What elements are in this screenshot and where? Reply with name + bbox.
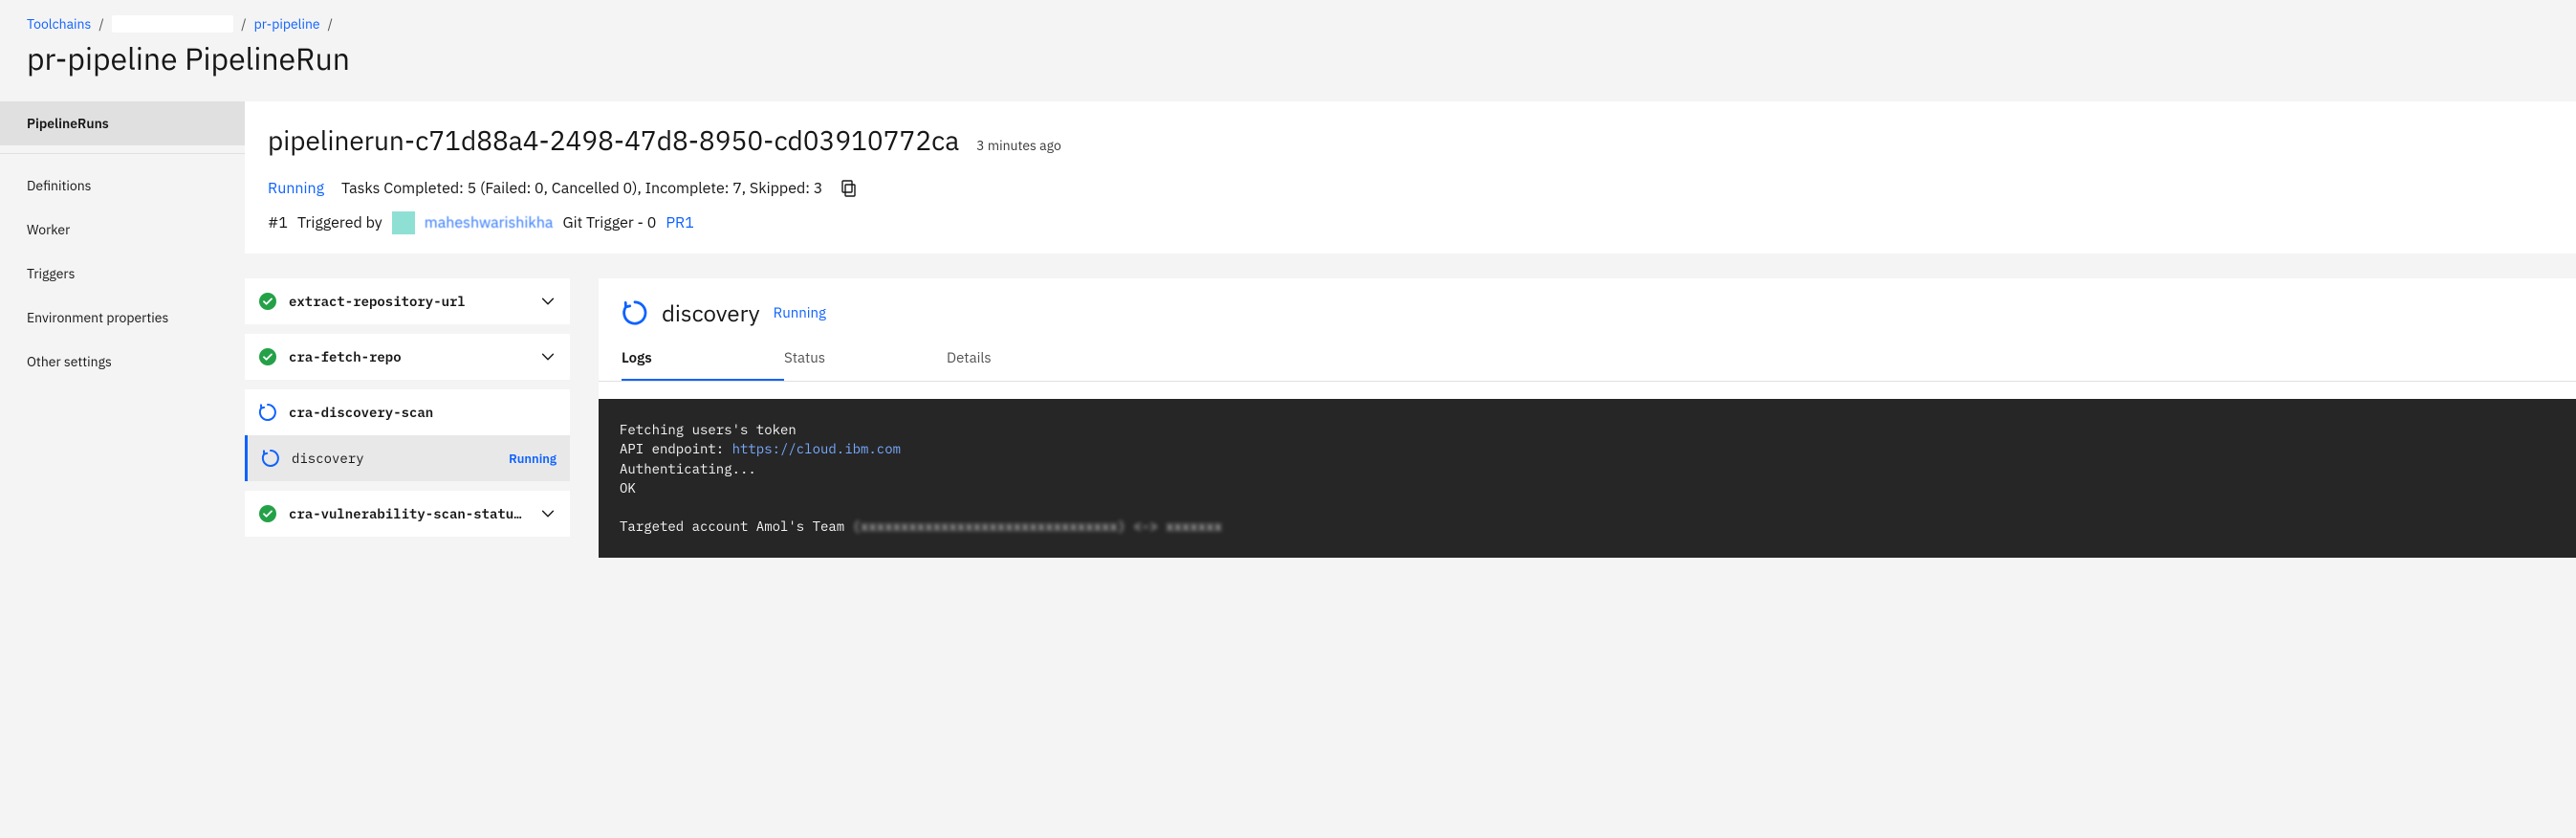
tab-status[interactable]: Status [784,338,947,381]
detail-status: Running [774,304,826,322]
task-row[interactable]: extract-repository-url [245,278,570,324]
task-detail-panel: discovery Running LogsStatusDetails Fetc… [599,278,2576,558]
page-title: pr-pipeline PipelineRun [27,38,2549,78]
breadcrumb-item[interactable]: pr-pipeline [254,15,320,33]
subtask-status: Running [509,451,557,467]
log-output[interactable]: Fetching users's token API endpoint: htt… [599,399,2576,558]
detail-tabs: LogsStatusDetails [599,338,2576,382]
copy-icon[interactable] [840,179,859,198]
breadcrumb-item[interactable]: Toolchains [27,15,91,33]
main-content: pipelinerun-c71d88a4-2498-47d8-8950-cd03… [245,101,2576,558]
header-area: Toolchains / slz-pattern-validate / pr-pipel… [0,0,2576,101]
avatar [392,211,415,234]
run-sequence: #1 [268,213,288,232]
sidebar: PipelineRuns DefinitionsWorkerTriggersEnv… [0,101,245,384]
task-row[interactable]: cra-discovery-scan [245,389,570,435]
success-icon [258,504,277,523]
task-group: cra-vulnerability-scan-status-pendi… [245,491,570,537]
git-trigger-label: Git Trigger - 0 [562,213,656,232]
sidebar-item-definitions[interactable]: Definitions [0,164,245,208]
breadcrumb-separator: / [98,15,103,33]
run-time-ago: 3 minutes ago [976,137,1061,154]
run-summary-card: pipelinerun-c71d88a4-2498-47d8-8950-cd03… [245,101,2576,254]
chevron-down-icon[interactable] [539,293,557,310]
breadcrumb-item[interactable]: slz-pattern-validate [112,15,234,33]
run-name: pipelinerun-c71d88a4-2498-47d8-8950-cd03… [268,122,959,158]
run-status[interactable]: Running [268,179,324,198]
sidebar-item-other-settings[interactable]: Other settings [0,340,245,384]
running-icon [622,299,648,326]
breadcrumb: Toolchains / slz-pattern-validate / pr-pipel… [27,15,2549,33]
success-icon [258,292,277,311]
sidebar-item-environment-properties[interactable]: Environment properties [0,296,245,340]
breadcrumb-separator: / [328,15,333,33]
task-name: cra-vulnerability-scan-status-pendi… [289,505,528,522]
sidebar-item-worker[interactable]: Worker [0,208,245,252]
task-group: cra-fetch-repo [245,334,570,380]
task-row[interactable]: cra-vulnerability-scan-status-pendi… [245,491,570,537]
success-icon [258,347,277,366]
pr-link[interactable]: PR1 [666,213,694,232]
task-group: cra-discovery-scan discovery Running [245,389,570,481]
tab-logs[interactable]: Logs [622,338,784,381]
breadcrumb-separator: / [241,15,246,33]
task-name: cra-discovery-scan [289,404,557,421]
triggered-by-label: Triggered by [297,213,382,232]
running-icon [258,403,277,422]
running-icon [261,449,280,468]
chevron-down-icon[interactable] [539,348,557,365]
task-name: extract-repository-url [289,293,528,310]
task-stats: Tasks Completed: 5 (Failed: 0, Cancelled… [341,179,822,198]
task-row[interactable]: cra-fetch-repo [245,334,570,380]
task-name: cra-fetch-repo [289,348,528,365]
triggered-by-user-link[interactable]: maheshwarishikha [425,213,554,232]
subtask-row[interactable]: discovery Running [245,435,570,481]
detail-title: discovery [662,298,760,328]
tab-details[interactable]: Details [947,338,1109,381]
chevron-down-icon[interactable] [539,505,557,522]
task-group: extract-repository-url [245,278,570,324]
sidebar-item-triggers[interactable]: Triggers [0,252,245,296]
task-list: extract-repository-url cra-fetch-repo cra-… [245,278,570,537]
sidebar-divider [0,153,245,154]
subtask-name: discovery [292,450,497,467]
sidebar-item-pipelineruns[interactable]: PipelineRuns [0,101,245,145]
